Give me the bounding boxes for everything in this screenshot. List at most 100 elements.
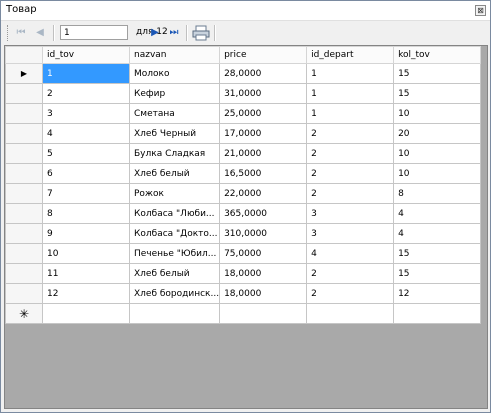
row-header[interactable]: [5, 223, 43, 244]
corner-header[interactable]: [5, 46, 43, 64]
grid-cell[interactable]: 12: [42, 283, 130, 304]
grid-cell[interactable]: 15: [393, 243, 482, 264]
row-header[interactable]: [5, 243, 43, 264]
grid-cell[interactable]: 2: [42, 83, 130, 104]
table-row[interactable]: 3 Сметана 25,0000 1 10: [5, 103, 482, 124]
grid-cell[interactable]: Кефир: [128, 83, 221, 104]
grid-cell[interactable]: [128, 303, 221, 324]
table-row[interactable]: 7 Рожок 22,0000 2 8: [5, 183, 482, 204]
grid-cell[interactable]: 10: [393, 163, 482, 184]
row-header[interactable]: [5, 183, 43, 204]
grid-cell[interactable]: Колбаса "Люби...: [128, 203, 221, 224]
grid-cell[interactable]: 12: [393, 283, 482, 304]
grid-cell[interactable]: Хлеб Черный: [128, 123, 221, 144]
grid-cell[interactable]: [306, 303, 395, 324]
grid-cell[interactable]: Сметана: [128, 103, 221, 124]
grid-cell[interactable]: 22,0000: [219, 183, 308, 204]
grid-cell[interactable]: 8: [42, 203, 130, 224]
grid-cell[interactable]: 7: [42, 183, 130, 204]
grid-cell[interactable]: 3: [306, 223, 395, 244]
grid-cell[interactable]: 6: [42, 163, 130, 184]
grid-cell[interactable]: 2: [306, 143, 395, 164]
grid-cell[interactable]: 5: [42, 143, 130, 164]
grid-cell[interactable]: 310,0000: [219, 223, 308, 244]
column-header-id-tov[interactable]: id_tov: [42, 46, 130, 64]
table-row[interactable]: 4 Хлеб Черный 17,0000 2 20: [5, 123, 482, 144]
grid-cell[interactable]: 2: [306, 123, 395, 144]
table-row[interactable]: 2 Кефир 31,0000 1 15: [5, 83, 482, 104]
row-header[interactable]: [5, 83, 43, 104]
column-header-price[interactable]: price: [219, 46, 308, 64]
grid-cell[interactable]: [219, 303, 308, 324]
grid-cell[interactable]: Молоко: [128, 63, 221, 84]
data-grid[interactable]: id_tov nazvan price id_depart kol_tov ▶ 1…: [4, 45, 488, 409]
table-row[interactable]: ▶ 1 Молоко 28,0000 1 15: [5, 63, 482, 84]
grid-cell[interactable]: 3: [42, 103, 130, 124]
row-header[interactable]: [5, 143, 43, 164]
grid-cell[interactable]: 21,0000: [219, 143, 308, 164]
table-row[interactable]: 9 Колбаса "Докто... 310,0000 3 4: [5, 223, 482, 244]
table-row[interactable]: 11 Хлеб белый 18,0000 2 15: [5, 263, 482, 284]
row-header[interactable]: [5, 123, 43, 144]
grid-cell[interactable]: Колбаса "Докто...: [128, 223, 221, 244]
grid-cell[interactable]: 1: [306, 63, 395, 84]
column-header-id-depart[interactable]: id_depart: [306, 46, 395, 64]
table-row[interactable]: 6 Хлеб белый 16,5000 2 10: [5, 163, 482, 184]
grid-cell[interactable]: Хлеб бородинск...: [128, 283, 221, 304]
row-header[interactable]: [5, 103, 43, 124]
grid-cell[interactable]: 2: [306, 283, 395, 304]
table-row[interactable]: 10 Печенье "Юбил... 75,0000 4 15: [5, 243, 482, 264]
grid-cell[interactable]: 75,0000: [219, 243, 308, 264]
grid-cell[interactable]: Рожок: [128, 183, 221, 204]
row-header[interactable]: ✳: [5, 303, 43, 324]
row-header[interactable]: [5, 283, 43, 304]
grid-cell[interactable]: 1: [42, 63, 130, 84]
close-button[interactable]: ⊠: [475, 5, 486, 16]
row-header[interactable]: [5, 263, 43, 284]
row-header[interactable]: [5, 163, 43, 184]
grid-cell[interactable]: 2: [306, 183, 395, 204]
grid-cell[interactable]: 11: [42, 263, 130, 284]
toolbar-grip[interactable]: [7, 25, 11, 41]
move-previous-icon[interactable]: ◀: [32, 25, 48, 41]
grid-cell[interactable]: 4: [306, 243, 395, 264]
table-row[interactable]: 8 Колбаса "Люби... 365,0000 3 4: [5, 203, 482, 224]
move-first-icon[interactable]: ⏮: [13, 25, 29, 41]
grid-cell[interactable]: 17,0000: [219, 123, 308, 144]
grid-cell[interactable]: 2: [306, 263, 395, 284]
grid-cell[interactable]: 4: [42, 123, 130, 144]
grid-cell[interactable]: 15: [393, 263, 482, 284]
move-last-icon[interactable]: ⏭: [166, 25, 182, 41]
grid-cell[interactable]: 31,0000: [219, 83, 308, 104]
grid-cell[interactable]: Хлеб белый: [128, 163, 221, 184]
grid-cell[interactable]: 28,0000: [219, 63, 308, 84]
grid-cell[interactable]: 8: [393, 183, 482, 204]
grid-cell[interactable]: 25,0000: [219, 103, 308, 124]
grid-cell[interactable]: 16,5000: [219, 163, 308, 184]
grid-cell[interactable]: 2: [306, 163, 395, 184]
grid-cell[interactable]: 15: [393, 63, 482, 84]
grid-cell[interactable]: Печенье "Юбил...: [128, 243, 221, 264]
grid-cell[interactable]: 3: [306, 203, 395, 224]
table-row[interactable]: 5 Булка Сладкая 21,0000 2 10: [5, 143, 482, 164]
grid-cell[interactable]: Хлеб белый: [128, 263, 221, 284]
grid-cell[interactable]: [42, 303, 130, 324]
column-header-nazvan[interactable]: nazvan: [128, 46, 221, 64]
grid-cell[interactable]: 18,0000: [219, 263, 308, 284]
row-header[interactable]: [5, 203, 43, 224]
row-header[interactable]: ▶: [5, 63, 43, 84]
grid-cell[interactable]: 9: [42, 223, 130, 244]
move-next-icon[interactable]: ▶: [147, 25, 163, 41]
table-row[interactable]: 12 Хлеб бородинск... 18,0000 2 12: [5, 283, 482, 304]
grid-cell[interactable]: 18,0000: [219, 283, 308, 304]
grid-cell[interactable]: 365,0000: [219, 203, 308, 224]
column-header-kol-tov[interactable]: kol_tov: [393, 46, 482, 64]
new-row[interactable]: ✳: [5, 303, 482, 324]
grid-cell[interactable]: Булка Сладкая: [128, 143, 221, 164]
grid-cell[interactable]: 4: [393, 203, 482, 224]
grid-cell[interactable]: 20: [393, 123, 482, 144]
grid-cell[interactable]: 10: [42, 243, 130, 264]
grid-cell[interactable]: 10: [393, 143, 482, 164]
grid-cell[interactable]: [393, 303, 482, 324]
grid-cell[interactable]: 4: [393, 223, 482, 244]
